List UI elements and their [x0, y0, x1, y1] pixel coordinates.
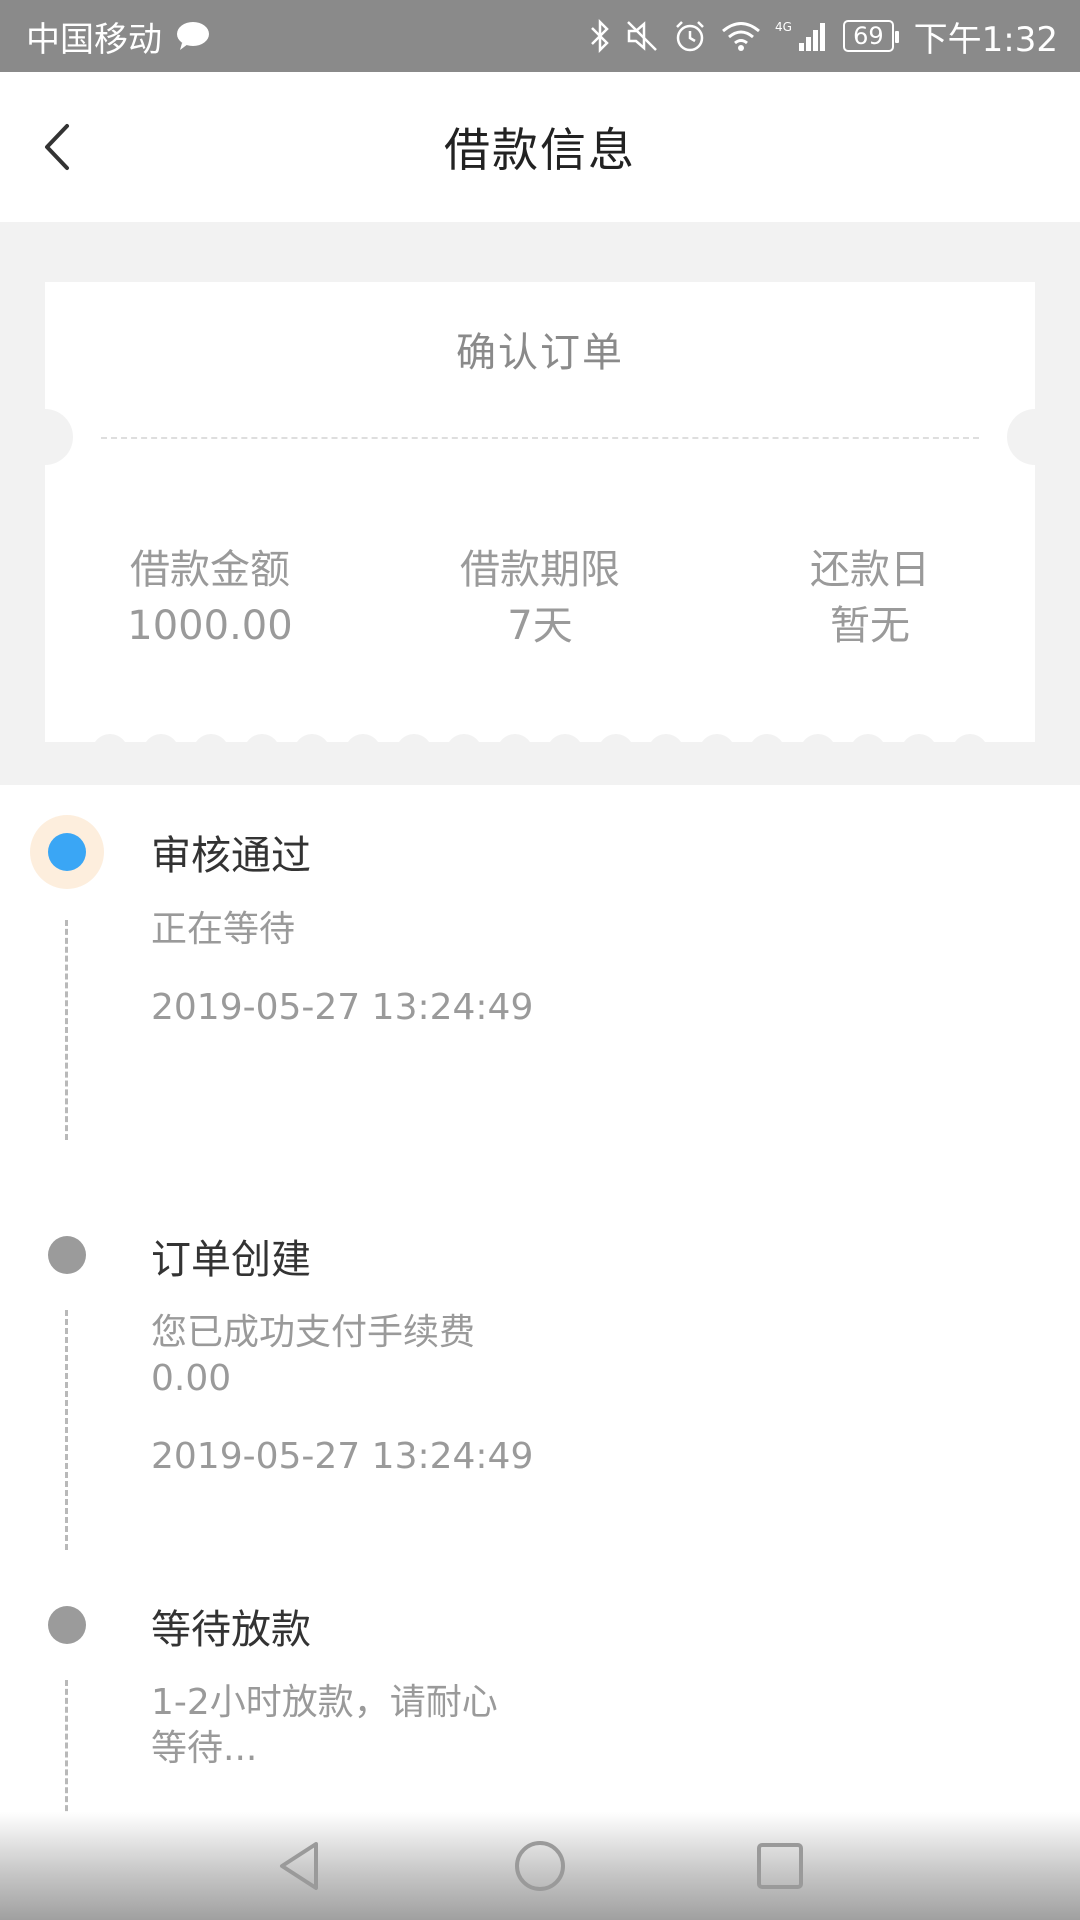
- scallop: [799, 734, 836, 770]
- inactive-dot: [48, 1606, 86, 1644]
- back-button[interactable]: [22, 112, 92, 182]
- battery-level: 69: [853, 22, 884, 50]
- wifi-icon: [721, 20, 761, 52]
- timeline-title: 审核通过: [151, 833, 311, 879]
- timeline-desc: 1-2小时放款，请耐心 等待...: [151, 1680, 571, 1772]
- header: 借款信息: [0, 72, 1080, 222]
- timeline-dot-active: [30, 815, 104, 889]
- screen: 中国移动 4G 69 下午1:32 借款信息 确认订单 借款金额 1000.00…: [0, 0, 1080, 1920]
- nav-home-icon: [515, 1841, 565, 1891]
- order-ticket-card: 确认订单 借款金额 1000.00 借款期限 7天 还款日 暂无: [17, 282, 1063, 770]
- scallop: [294, 734, 331, 770]
- loan-info-row: 借款金额 1000.00 借款期限 7天 还款日 暂无: [45, 542, 1035, 654]
- scallop: [951, 734, 988, 770]
- loan-term: 借款期限 7天: [375, 542, 705, 654]
- scallop: [395, 734, 432, 770]
- timeline-desc: 您已成功支付手续费 0.00: [151, 1310, 571, 1402]
- timeline-desc-line: 1-2小时放款，请耐心: [151, 1682, 498, 1723]
- inactive-dot: [48, 1236, 86, 1274]
- nav-home-button[interactable]: [500, 1826, 580, 1906]
- status-left: 中国移动: [26, 12, 210, 61]
- timeline-connector: [65, 1310, 68, 1550]
- nav-recent-icon: [757, 1843, 803, 1889]
- nav-recent-button[interactable]: [740, 1826, 820, 1906]
- timeline-time: 2019-05-27 13:24:49: [151, 987, 534, 1028]
- page-title: 借款信息: [444, 123, 636, 177]
- battery-icon: 69: [843, 20, 899, 52]
- timeline-desc-line: 0.00: [151, 1358, 232, 1399]
- message-icon: [176, 21, 210, 51]
- loan-amount: 借款金额 1000.00: [45, 542, 375, 654]
- timeline-desc: 正在等待: [151, 909, 296, 950]
- loan-term-label: 借款期限: [460, 547, 620, 593]
- scallop: [547, 734, 584, 770]
- active-dot-halo: [30, 815, 104, 889]
- repay-day-label: 还款日: [810, 547, 930, 593]
- timeline-desc-line: 您已成功支付手续费: [151, 1312, 476, 1353]
- loan-term-value: 7天: [507, 603, 573, 649]
- timeline-title: 等待放款: [151, 1607, 311, 1653]
- repay-day: 还款日 暂无: [705, 542, 1035, 654]
- back-arrow-icon: [45, 124, 69, 170]
- timeline-dot: [30, 1218, 104, 1292]
- scallop: [243, 734, 280, 770]
- carrier-name: 中国移动: [26, 19, 162, 60]
- timeline-dot: [30, 1588, 104, 1662]
- loan-amount-label: 借款金额: [130, 547, 290, 593]
- scallop: [446, 734, 483, 770]
- network-type: 4G: [775, 20, 792, 34]
- scallop: [901, 734, 938, 770]
- scallop: [193, 734, 230, 770]
- mute-icon: [625, 19, 659, 53]
- timeline-title: 订单创建: [151, 1237, 311, 1283]
- timeline-desc-line: 等待...: [151, 1728, 258, 1769]
- status-time: 下午1:32: [913, 19, 1058, 60]
- loan-progress-timeline: 审核通过 正在等待 2019-05-27 13:24:49 订单创建 您已成功支…: [0, 785, 1080, 1812]
- alarm-icon: [673, 19, 707, 53]
- scallop: [749, 734, 786, 770]
- bluetooth-icon: [589, 19, 611, 53]
- scallop: [597, 734, 634, 770]
- timeline-time: 2019-05-27 13:24:49: [151, 1436, 534, 1477]
- signal-icon: 4G: [775, 19, 829, 53]
- scallop: [496, 734, 533, 770]
- active-dot: [48, 833, 86, 871]
- scallop: [850, 734, 887, 770]
- scallop: [345, 734, 381, 770]
- ticket-divider: [101, 437, 979, 439]
- timeline-connector: [65, 1680, 68, 1812]
- timeline-connector: [65, 920, 68, 1140]
- nav-back-button[interactable]: [260, 1826, 340, 1906]
- ticket-notch-left: [17, 409, 73, 465]
- scallop: [698, 734, 735, 770]
- status-right: 4G 69 下午1:32: [589, 12, 1058, 61]
- order-confirm-title: 确认订单: [456, 330, 624, 376]
- scallop: [648, 734, 685, 770]
- order-area: 确认订单 借款金额 1000.00 借款期限 7天 还款日 暂无: [0, 222, 1080, 785]
- ticket-notch-right: [1007, 409, 1063, 465]
- ticket-scallop-edge: [45, 724, 1035, 770]
- nav-back-icon: [280, 1842, 318, 1890]
- loan-amount-value: 1000.00: [127, 603, 293, 649]
- scallop: [92, 734, 129, 770]
- scallop: [142, 734, 179, 770]
- system-nav-bar: [0, 1812, 1080, 1920]
- repay-day-value: 暂无: [830, 603, 910, 649]
- status-bar: 中国移动 4G 69 下午1:32: [0, 0, 1080, 72]
